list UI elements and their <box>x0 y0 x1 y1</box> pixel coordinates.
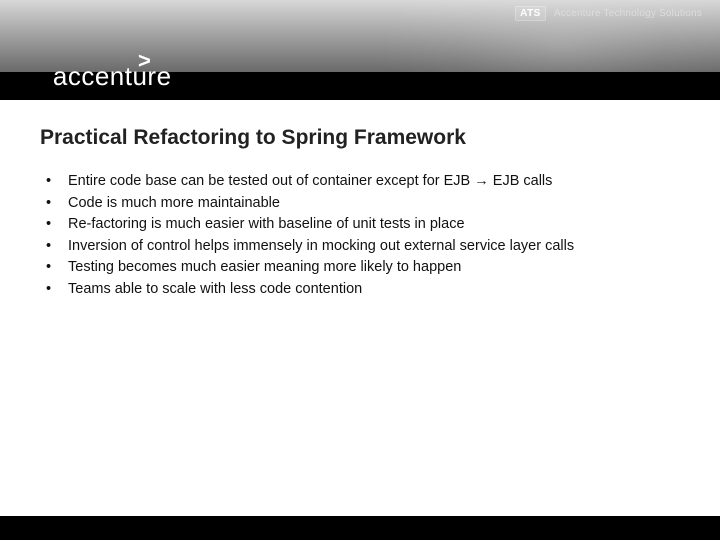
accenture-logo: > accenture <box>42 61 172 92</box>
ats-branding: ATS Accenture Technology Solutions <box>515 6 702 21</box>
footer-band <box>0 516 720 540</box>
bullet-icon: • <box>46 280 68 300</box>
ats-text: Accenture Technology Solutions <box>554 8 702 19</box>
list-item: •Teams able to scale with less code cont… <box>46 280 680 300</box>
list-item: •Testing becomes much easier meaning mor… <box>46 258 680 278</box>
header-band: ATS Accenture Technology Solutions > acc… <box>0 0 720 100</box>
slide-content: Practical Refactoring to Spring Framewor… <box>0 100 720 299</box>
list-item: •Entire code base can be tested out of c… <box>46 172 680 192</box>
bullet-icon: • <box>46 237 68 257</box>
list-item-text: Inversion of control helps immensely in … <box>68 237 680 257</box>
bullet-icon: • <box>46 258 68 278</box>
bullet-icon: • <box>46 194 68 214</box>
list-item-text: Testing becomes much easier meaning more… <box>68 258 680 278</box>
logo-text: accenture <box>53 61 172 92</box>
bullet-icon: • <box>46 172 68 192</box>
slide: ATS Accenture Technology Solutions > acc… <box>0 0 720 540</box>
list-item: •Code is much more maintainable <box>46 194 680 214</box>
list-item-text: Code is much more maintainable <box>68 194 680 214</box>
slide-title: Practical Refactoring to Spring Framewor… <box>40 126 680 150</box>
list-item: •Inversion of control helps immensely in… <box>46 237 680 257</box>
bullet-list: •Entire code base can be tested out of c… <box>46 172 680 299</box>
list-item: •Re-factoring is much easier with baseli… <box>46 215 680 235</box>
list-item-text: Teams able to scale with less code conte… <box>68 280 680 300</box>
list-item-text: Re-factoring is much easier with baselin… <box>68 215 680 235</box>
bullet-icon: • <box>46 215 68 235</box>
chevron-icon: > <box>138 50 149 72</box>
list-item-text: Entire code base can be tested out of co… <box>68 172 680 192</box>
ats-badge: ATS <box>515 6 546 21</box>
